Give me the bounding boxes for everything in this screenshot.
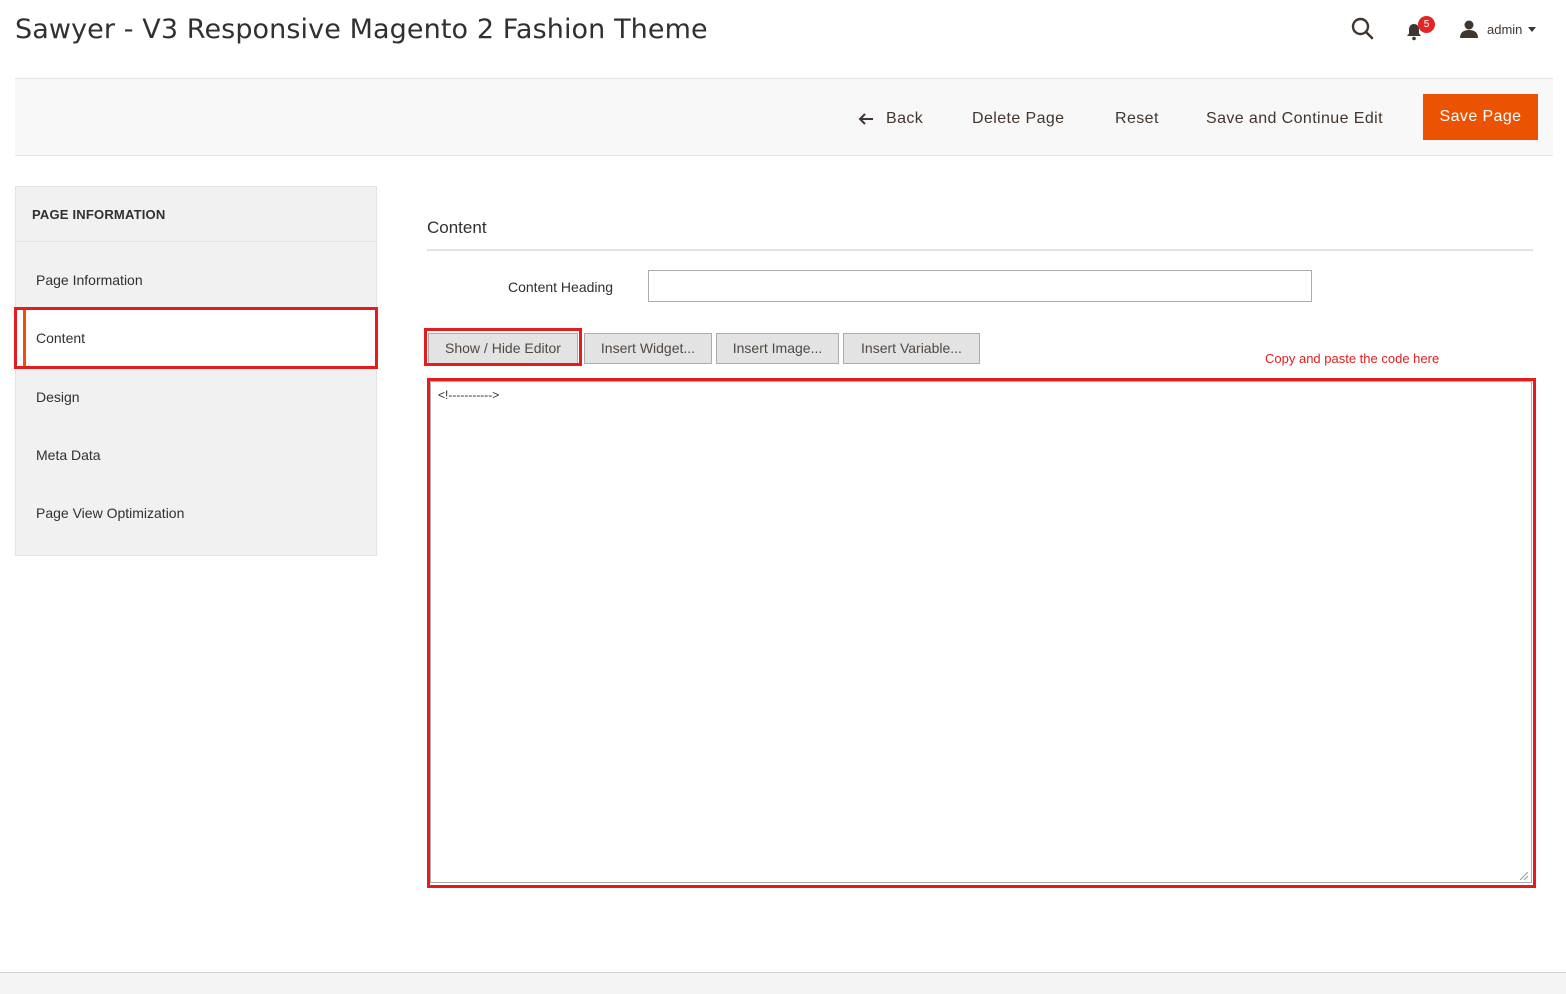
delete-page-button[interactable]: Delete Page <box>972 105 1064 133</box>
footer <box>0 973 1566 994</box>
page-information-sidebar: PAGE INFORMATION Page Information Conten… <box>15 186 377 556</box>
sidebar-title: PAGE INFORMATION <box>32 207 166 222</box>
sidebar-item-design[interactable]: Design <box>16 369 376 427</box>
active-indicator <box>23 310 26 368</box>
content-heading-input[interactable] <box>648 270 1312 302</box>
annotation-text: Copy and paste the code here <box>1265 351 1440 366</box>
sidebar-item-label: Page View Optimization <box>36 505 185 521</box>
chevron-down-icon <box>1528 26 1537 32</box>
page-actions-bar: Back Delete Page Reset Save and Continue… <box>15 79 1553 156</box>
sidebar-item-page-view-optimization[interactable]: Page View Optimization <box>16 485 376 543</box>
back-label: Back <box>886 110 924 127</box>
reset-button[interactable]: Reset <box>1115 105 1159 133</box>
insert-widget-button[interactable]: Insert Widget... <box>584 333 712 364</box>
section-divider <box>427 249 1533 251</box>
sidebar-item-content[interactable]: Content <box>16 310 376 368</box>
section-title: Content <box>427 218 487 237</box>
insert-variable-button[interactable]: Insert Variable... <box>843 333 980 364</box>
resize-handle-icon[interactable] <box>1517 869 1529 881</box>
page-title: Sawyer - V3 Responsive Magento 2 Fashion… <box>15 14 708 45</box>
content-editor-textarea[interactable] <box>430 381 1532 883</box>
back-button[interactable]: Back <box>858 105 923 133</box>
sidebar-item-page-information[interactable]: Page Information <box>16 252 376 310</box>
sidebar-divider <box>16 241 376 242</box>
sidebar-item-label: Meta Data <box>36 447 101 463</box>
save-page-button[interactable]: Save Page <box>1423 94 1538 140</box>
sidebar-item-label: Design <box>36 389 80 405</box>
user-name: admin <box>1487 21 1523 37</box>
user-icon <box>1460 20 1478 38</box>
user-menu[interactable]: admin <box>1459 18 1537 40</box>
search-icon[interactable] <box>1350 16 1376 42</box>
sidebar-item-label: Content <box>36 330 86 346</box>
sidebar-item-meta-data[interactable]: Meta Data <box>16 427 376 485</box>
notification-count-badge: 5 <box>1418 16 1435 33</box>
notifications-button[interactable]: 5 <box>1404 16 1435 44</box>
insert-image-button[interactable]: Insert Image... <box>716 333 839 364</box>
show-hide-editor-button[interactable]: Show / Hide Editor <box>428 333 578 364</box>
arrow-left-icon <box>858 113 873 125</box>
sidebar-item-label: Page Information <box>36 272 143 288</box>
save-and-continue-button[interactable]: Save and Continue Edit <box>1206 105 1383 133</box>
content-heading-label: Content Heading <box>508 279 614 295</box>
